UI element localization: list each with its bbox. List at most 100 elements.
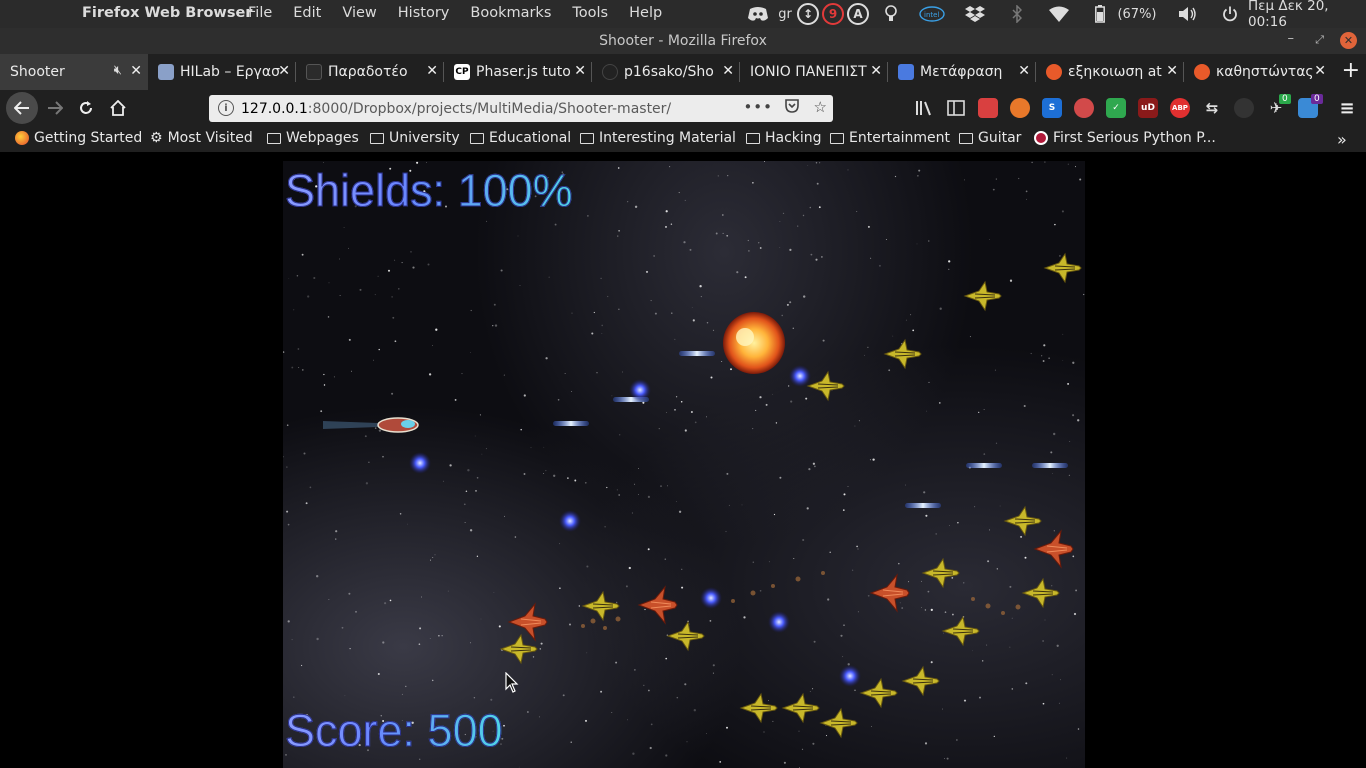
- close-tab-icon[interactable]: ✕: [1166, 63, 1178, 79]
- bookmark-label: First Serious Python P...: [1053, 130, 1216, 146]
- lightbulb-icon[interactable]: [882, 3, 900, 25]
- volume-icon[interactable]: [1177, 3, 1199, 25]
- github-favicon-icon: [602, 64, 618, 80]
- forward-button[interactable]: [42, 95, 68, 121]
- maximize-button[interactable]: ⤢: [1315, 33, 1324, 47]
- bookmark-label: Entertainment: [849, 130, 951, 146]
- discord-icon[interactable]: [746, 3, 770, 25]
- minimize-button[interactable]: –: [1288, 31, 1295, 46]
- bookmark-python[interactable]: First Serious Python P...: [1034, 130, 1216, 146]
- intel-icon[interactable]: intel: [918, 3, 946, 25]
- bookmark-star-icon[interactable]: ☆: [814, 98, 827, 116]
- clock-datetime[interactable]: Πεμ Δεκ 20, 00:16: [1248, 0, 1366, 30]
- close-tab-icon[interactable]: ✕: [426, 63, 438, 79]
- explosion: [723, 312, 785, 374]
- enemy-ships-red: [508, 530, 1074, 641]
- back-button[interactable]: [6, 92, 38, 124]
- home-icon: [110, 100, 126, 116]
- tab-phaser[interactable]: CP Phaser.js tuto ✕: [444, 54, 592, 90]
- bluetooth-icon[interactable]: [1009, 3, 1025, 25]
- tab-search-2[interactable]: καθηστώντας ✕: [1184, 54, 1332, 90]
- bookmark-folder-educational[interactable]: Educational: [470, 130, 571, 146]
- bookmarks-overflow-chevron-icon[interactable]: »: [1337, 130, 1347, 149]
- site-info-icon[interactable]: i: [218, 100, 234, 116]
- bookmark-folder-guitar[interactable]: Guitar: [959, 130, 1021, 146]
- codepen-favicon-icon: CP: [454, 64, 470, 80]
- bookmark-folder-interesting[interactable]: Interesting Material: [580, 130, 736, 146]
- notification-count: 9: [822, 3, 844, 25]
- extension-brave-icon[interactable]: [1010, 98, 1030, 118]
- tab-audio-muted-icon[interactable]: 🔇︎: [114, 63, 122, 78]
- menu-tools[interactable]: Tools: [572, 5, 608, 21]
- bookmark-folder-entertainment[interactable]: Entertainment: [830, 130, 950, 146]
- extension-shield-icon[interactable]: ✓: [1106, 98, 1126, 118]
- power-icon[interactable]: [1219, 3, 1241, 25]
- url-host: 127.0.0.1: [241, 100, 308, 117]
- notification-badge[interactable]: 9: [821, 3, 845, 25]
- battery-icon[interactable]: [1092, 3, 1108, 25]
- menu-help[interactable]: Help: [629, 5, 662, 21]
- menu-edit[interactable]: Edit: [293, 5, 321, 21]
- app-menu-bar: File Edit View History Bookmarks Tools H…: [248, 5, 683, 21]
- menu-bookmarks[interactable]: Bookmarks: [470, 5, 551, 21]
- sync-icon[interactable]: ⇆: [1202, 98, 1222, 118]
- menu-view[interactable]: View: [342, 5, 376, 21]
- dropbox-icon[interactable]: [964, 3, 986, 25]
- ublock-icon[interactable]: uD: [1138, 98, 1158, 118]
- wifi-icon[interactable]: [1048, 3, 1070, 25]
- active-app-name[interactable]: Firefox Web Browser: [82, 5, 252, 21]
- close-tab-icon[interactable]: ✕: [722, 63, 734, 79]
- engine-trail-particles: [581, 571, 1021, 630]
- reload-button[interactable]: [73, 95, 99, 121]
- tab-ionio[interactable]: ΙΟΝΙΟ ΠΑΝΕΠΙΣΤ ✕: [740, 54, 888, 90]
- library-icon[interactable]: [914, 98, 934, 118]
- bookmark-folder-webpages[interactable]: Webpages: [267, 130, 359, 146]
- bookmark-folder-hacking[interactable]: Hacking: [746, 130, 822, 146]
- extension-circle-icon[interactable]: [1074, 98, 1094, 118]
- window-title: Shooter - Mozilla Firefox: [599, 33, 767, 49]
- tab-hilab[interactable]: HILab – Εργασ ✕: [148, 54, 296, 90]
- tab-shooter[interactable]: Shooter 🔇︎ ✕: [0, 54, 148, 90]
- tab-strip: Shooter 🔇︎ ✕ HILab – Εργασ ✕ Παραδοτέο ✕…: [0, 54, 1366, 90]
- duckduckgo-favicon-icon: [1046, 64, 1062, 80]
- bookmark-folder-university[interactable]: University: [370, 130, 460, 146]
- page-actions-icon[interactable]: •••: [743, 98, 773, 116]
- close-tab-icon[interactable]: ✕: [130, 63, 142, 79]
- tab-github[interactable]: p16sako/Sho ✕: [592, 54, 740, 90]
- firefox-icon: [15, 131, 29, 145]
- close-tab-icon[interactable]: ✕: [574, 63, 586, 79]
- bookmark-label: Most Visited: [167, 130, 253, 146]
- tab-translate[interactable]: Μετάφραση ✕: [888, 54, 1036, 90]
- accessibility-indicator[interactable]: A: [846, 3, 870, 25]
- tab-paradoteo[interactable]: Παραδοτέο ✕: [296, 54, 444, 90]
- close-tab-icon[interactable]: ✕: [278, 63, 290, 79]
- tab-search-1[interactable]: εξηκοιωση at ✕: [1036, 54, 1184, 90]
- close-tab-icon[interactable]: ✕: [1314, 63, 1326, 79]
- bookmark-label: University: [389, 130, 460, 146]
- folder-icon: [746, 132, 760, 144]
- close-window-button[interactable]: ✕: [1340, 32, 1357, 49]
- sync-arrows-icon[interactable]: ↕: [796, 3, 820, 25]
- pocket-icon[interactable]: [784, 98, 800, 118]
- keyboard-layout-indicator[interactable]: gr: [776, 3, 794, 25]
- forward-arrow-icon: [48, 101, 63, 115]
- adblock-plus-icon[interactable]: ABP: [1170, 98, 1190, 118]
- sidebar-icon[interactable]: [946, 98, 966, 118]
- folder-icon: [959, 132, 973, 144]
- accessibility-letter: A: [847, 3, 869, 25]
- url-bar[interactable]: i 127.0.0.1:8000/Dropbox/projects/MultiM…: [209, 95, 833, 122]
- folder-icon: [580, 132, 594, 144]
- home-button[interactable]: [105, 95, 131, 121]
- extension-s-icon[interactable]: S: [1042, 98, 1062, 118]
- game-canvas[interactable]: Shields: 100% Score: 500: [283, 161, 1085, 768]
- bookmark-getting-started[interactable]: Getting Started: [15, 130, 142, 146]
- menu-file[interactable]: File: [248, 5, 272, 21]
- extension-red-icon[interactable]: [978, 98, 998, 118]
- hamburger-menu-icon[interactable]: ≡: [1337, 98, 1357, 119]
- new-tab-button[interactable]: +: [1342, 58, 1360, 83]
- close-tab-icon[interactable]: ✕: [1018, 63, 1030, 79]
- bookmark-most-visited[interactable]: ⚙ Most Visited: [150, 130, 253, 146]
- extension-dark-icon[interactable]: [1234, 98, 1254, 118]
- menu-history[interactable]: History: [398, 5, 450, 21]
- close-tab-icon[interactable]: ✕: [870, 63, 882, 79]
